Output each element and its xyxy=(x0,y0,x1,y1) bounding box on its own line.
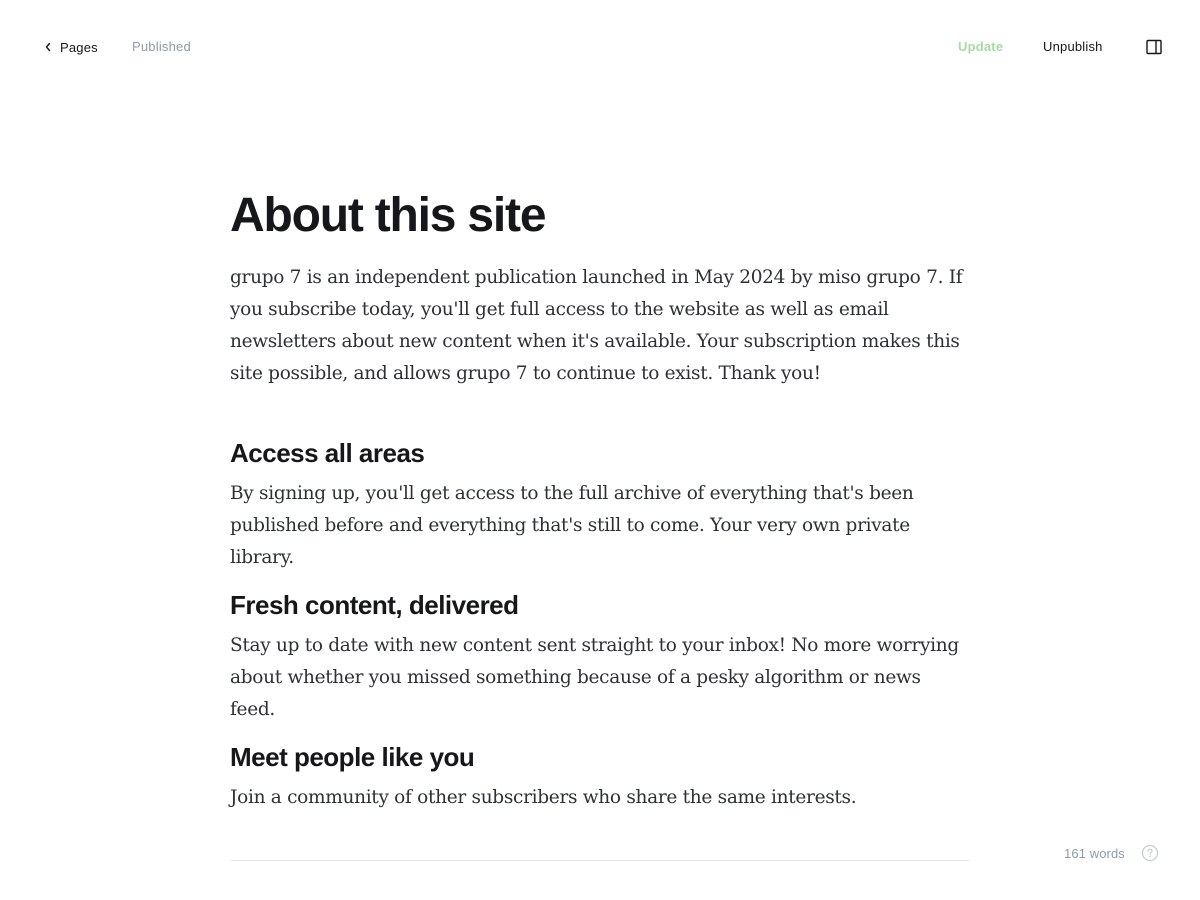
section-meet-people: Meet people like you Join a community of… xyxy=(230,740,970,814)
section-body[interactable]: By signing up, you'll get access to the … xyxy=(230,478,970,574)
section-heading[interactable]: Fresh content, delivered xyxy=(230,588,970,622)
section-access-all-areas: Access all areas By signing up, you'll g… xyxy=(230,436,970,574)
sidebar-panel-icon[interactable] xyxy=(1145,38,1163,56)
editor-divider xyxy=(230,860,970,861)
chevron-left-icon xyxy=(44,42,52,52)
update-button[interactable]: Update xyxy=(958,38,1003,56)
section-body[interactable]: Stay up to date with new content sent st… xyxy=(230,630,970,726)
page-title[interactable]: About this site xyxy=(230,186,970,246)
post-editor[interactable]: About this site grupo 7 is an independen… xyxy=(230,186,970,808)
unpublish-button[interactable]: Unpublish xyxy=(1043,38,1103,56)
help-circle-icon[interactable] xyxy=(1141,844,1159,862)
back-to-pages-link[interactable]: Pages xyxy=(44,38,98,56)
intro-paragraph[interactable]: grupo 7 is an independent publication la… xyxy=(230,262,970,390)
word-count: 161 words xyxy=(1064,846,1125,861)
post-status: Published xyxy=(132,39,191,54)
section-body[interactable]: Join a community of other subscribers wh… xyxy=(230,782,970,814)
section-heading[interactable]: Access all areas xyxy=(230,436,970,470)
editor-topbar: Pages Published Update Unpublish xyxy=(0,0,1200,94)
section-heading[interactable]: Meet people like you xyxy=(230,740,970,774)
section-fresh-content: Fresh content, delivered Stay up to date… xyxy=(230,588,970,726)
back-link-label: Pages xyxy=(60,39,98,55)
